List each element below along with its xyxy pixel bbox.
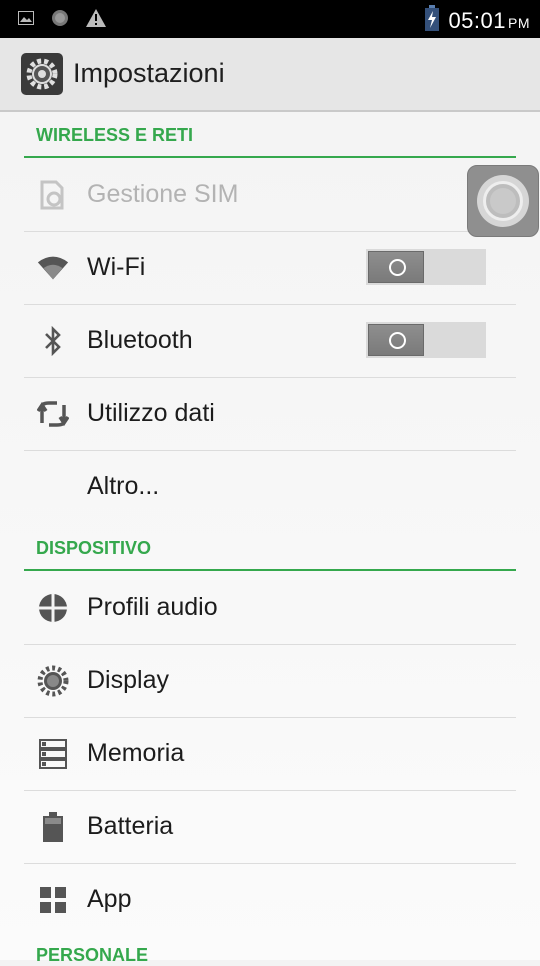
bluetooth-toggle[interactable] [366,322,486,358]
image-icon [18,11,34,30]
page-title: Impostazioni [73,58,225,88]
settings-item-label: App [87,885,132,913]
clock: 05:01 PM [448,7,530,33]
circle-icon [51,9,69,32]
action-bar: Impostazioni [0,38,540,112]
settings-item-display[interactable]: Display [24,644,516,718]
section-title: WIRELESS E RETI [36,125,194,145]
settings-list: WIRELESS E RETI Gestione SIM Wi-Fi Bluet… [0,112,540,960]
display-brightness-icon [36,665,70,697]
sim-icon [36,180,70,210]
wifi-icon [36,253,70,283]
battery-icon [36,812,70,842]
toggle-knob [368,251,424,283]
wifi-toggle[interactable] [366,249,486,285]
settings-item-storage[interactable]: Memoria [24,717,516,791]
settings-item-data-usage[interactable]: Utilizzo dati [24,377,516,451]
settings-item-label: Utilizzo dati [87,399,215,427]
audio-profiles-icon [36,593,70,623]
bluetooth-icon [36,326,70,356]
assistive-ring-inner [490,188,516,214]
section-header-personal: PERSONALE [36,945,149,965]
storage-icon [36,739,70,769]
settings-gear-icon[interactable] [21,53,63,95]
section-header-device: DISPOSITIVO [24,523,516,571]
settings-item-label: Profili audio [87,593,218,621]
settings-item-bluetooth[interactable]: Bluetooth [24,304,516,378]
settings-item-label: Bluetooth [87,326,193,354]
settings-item-label: Altro... [87,472,160,500]
section-title: DISPOSITIVO [36,538,152,558]
settings-item-label: Gestione SIM [87,180,239,208]
settings-item-label: Memoria [87,739,185,767]
warning-icon [86,9,106,32]
apps-icon [36,885,70,915]
toggle-knob [368,324,424,356]
floating-assistive-button[interactable] [467,165,539,237]
data-usage-icon [36,399,70,429]
settings-item-wifi[interactable]: Wi-Fi [24,231,516,305]
status-bar: 05:01 PM [0,0,540,38]
settings-item-apps[interactable]: App [24,863,516,936]
settings-item-more[interactable]: Altro... [24,450,516,523]
settings-item-label: Batteria [87,812,174,840]
settings-item-label: Display [87,666,169,694]
settings-item-audio-profiles[interactable]: Profili audio [24,571,516,645]
section-header-wireless: WIRELESS E RETI [24,112,516,158]
settings-item-battery[interactable]: Batteria [24,790,516,864]
settings-item-sim-management[interactable]: Gestione SIM [24,158,516,232]
battery-charging-icon [424,5,440,36]
settings-item-label: Wi-Fi [87,253,146,281]
